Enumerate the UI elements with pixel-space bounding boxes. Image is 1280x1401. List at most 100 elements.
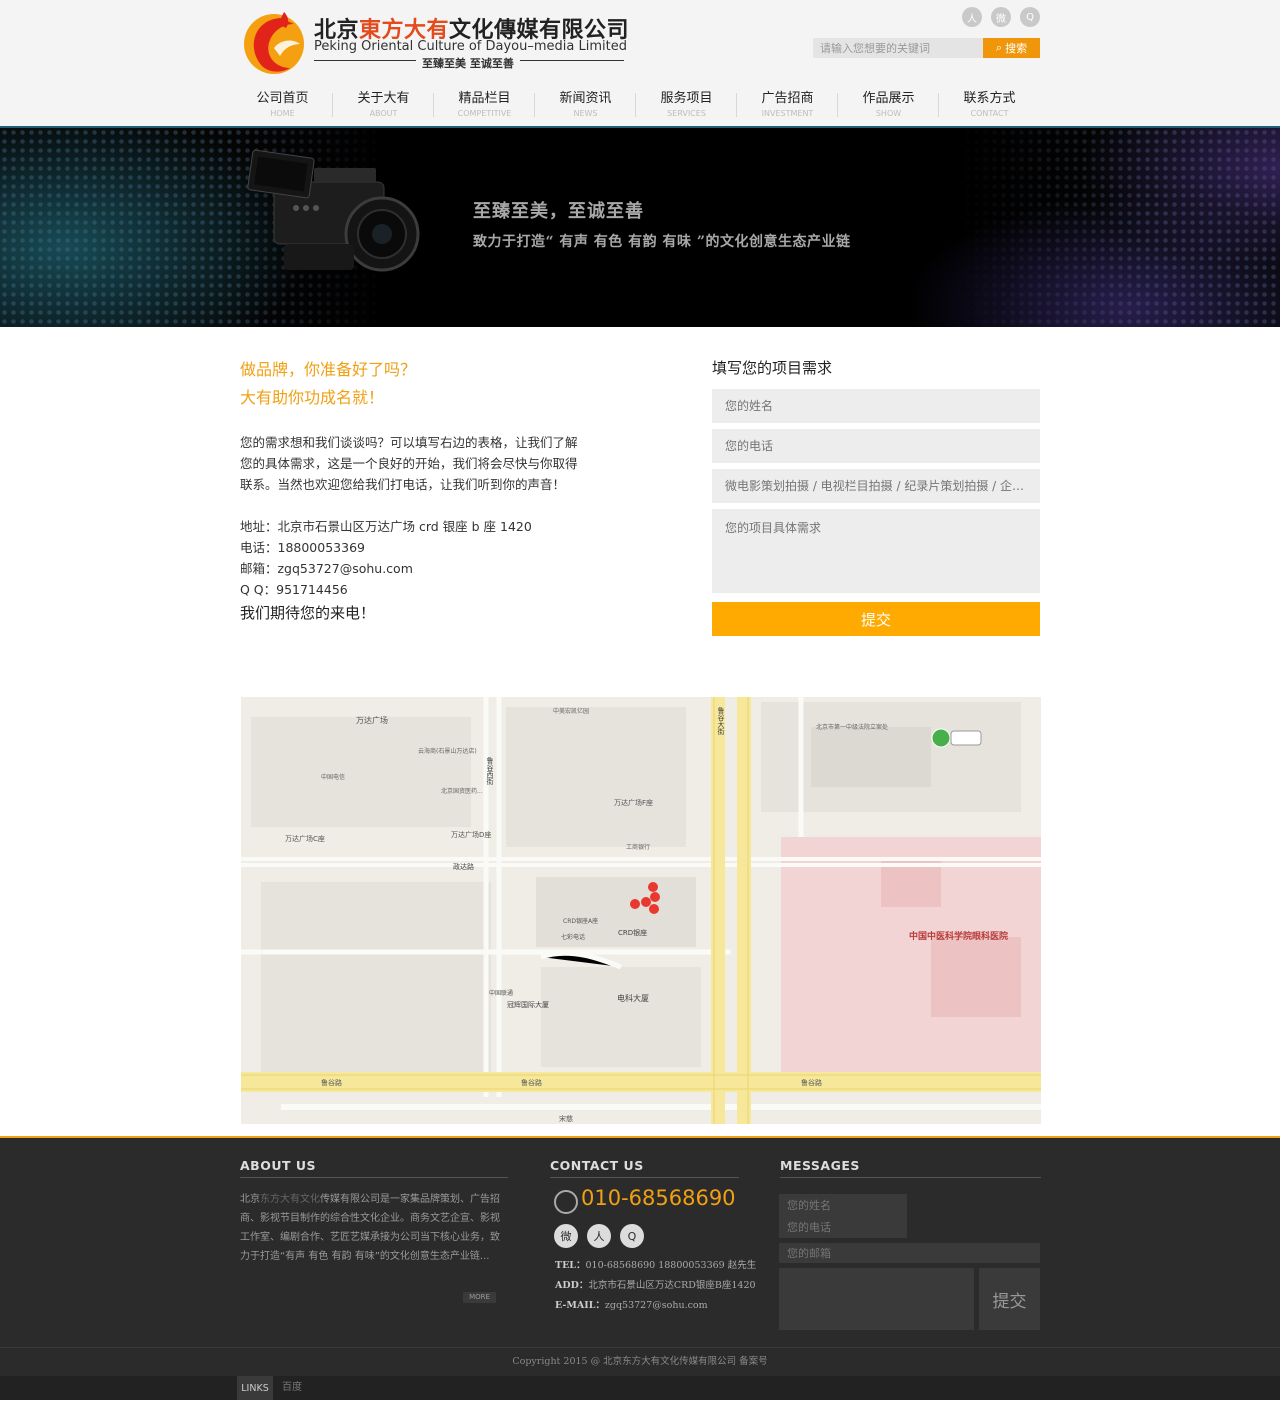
link-baidu[interactable]: 百度 — [282, 1376, 302, 1400]
search-icon: ⌕ — [995, 41, 1003, 54]
nav-label-en: NEWS — [573, 109, 598, 118]
map-label: 七彩电话 — [561, 933, 585, 941]
company-name-en: Peking Oriental Culture of Dayou–media L… — [314, 39, 627, 54]
site-footer: ABOUT US 北京东方大有文化传媒有限公司是一家集品牌策划、广告招商、影视节… — [0, 1136, 1280, 1347]
map-label: 工商银行 — [626, 843, 650, 851]
nav-item-services[interactable]: 服务项目 SERVICES — [636, 89, 737, 121]
company-logo[interactable]: 北京東方大有文化傳媒有限公司 Peking Oriental Culture o… — [240, 8, 630, 76]
nav-item-competitive[interactable]: 精品栏目 COMPETITIVE — [434, 89, 535, 121]
search-button-label: 搜索 — [1005, 42, 1028, 55]
map-label: 鲁谷路 — [801, 1078, 822, 1087]
footer-social-links: 微 人 Q — [554, 1224, 644, 1248]
intro-heading-2: 大有助你功成名就！ — [240, 388, 385, 407]
footer-tel: TEL：010-68568690 18800053369 赵先生 — [555, 1260, 757, 1271]
map-label: 云海商(石景山万达店) — [418, 747, 477, 755]
contact-phone: 电话：18800053369 — [240, 540, 365, 555]
nav-item-news[interactable]: 新闻资讯 NEWS — [535, 89, 636, 121]
footer-contact-lines: TEL：010-68568690 18800053369 赵先生 ADD：北京市… — [555, 1256, 756, 1316]
nav-label-en: ABOUT — [369, 109, 398, 118]
service-field[interactable] — [712, 469, 1040, 503]
weibo-icon[interactable]: 微 — [554, 1224, 578, 1248]
map-label: 万达广场C座 — [285, 834, 325, 843]
submit-button[interactable]: 提交 — [712, 602, 1040, 636]
name-field[interactable] — [712, 389, 1040, 423]
message-text-field[interactable] — [779, 1268, 974, 1330]
phone-icon — [554, 1190, 578, 1214]
contact-qq: Q Q：951714456 — [240, 582, 348, 597]
logo-mark-icon — [244, 12, 304, 74]
renren-icon[interactable]: 人 — [587, 1224, 611, 1248]
footer-messages-title: MESSAGES — [780, 1158, 1041, 1178]
video-camera-icon — [247, 149, 420, 272]
hero-banner — [0, 128, 1280, 327]
map-label: 政达路 — [453, 862, 474, 871]
main-nav: 公司首页 HOME 关于大有 ABOUT 精品栏目 COMPETITIVE 新闻资讯 N… — [232, 89, 1040, 121]
logo-slogan: 至臻至美 至诚至善 — [416, 55, 520, 71]
weibo-icon[interactable]: 微 — [991, 7, 1011, 27]
nav-label-en: COMPETITIVE — [457, 109, 512, 118]
nav-item-about[interactable]: 关于大有 ABOUT — [333, 89, 434, 121]
nav-label-en: INVESTMENT — [761, 109, 814, 118]
phone-field[interactable] — [712, 429, 1040, 463]
copyright: Copyright 2015 @ 北京东方大有文化传媒有限公司 备案号 — [0, 1347, 1280, 1376]
map-label: 万达广场D座 — [451, 830, 491, 839]
nav-label: 新闻资讯 — [559, 91, 612, 106]
nav-item-investment[interactable]: 广告招商 INVESTMENT — [737, 89, 838, 121]
closing-line: 我们期待您的来电！ — [240, 604, 376, 622]
nav-item-show[interactable]: 作品展示 SHOW — [838, 89, 939, 121]
nav-label-en: CONTACT — [970, 109, 1009, 118]
contact-email[interactable]: 邮箱：zgq53727@sohu.com — [240, 558, 532, 579]
footer-address: ADD：北京市石景山区万达CRD银座B座1420 — [555, 1280, 756, 1291]
nav-label: 联系方式 — [963, 91, 1016, 106]
banner-subline: 致力于打造“ 有声 有色 有韵 有味 ”的文化创意生态产业链 — [473, 234, 851, 250]
map-label: 宋慈 — [559, 1114, 573, 1123]
search-bar: ⌕搜索 — [813, 38, 1040, 58]
banner-glow — [0, 128, 1280, 327]
map-label: 万达广场F座 — [614, 798, 653, 807]
message-phone-field[interactable] — [779, 1216, 907, 1238]
map-label: 冠辉国际大厦 — [507, 1000, 549, 1009]
search-button[interactable]: ⌕ 搜索 — [983, 38, 1040, 58]
nav-label-en: HOME — [270, 109, 295, 118]
intro-heading-1: 做品牌，你准备好了吗？ — [240, 360, 417, 379]
map-label: 中国电信 — [321, 773, 345, 781]
nav-label: 服务项目 — [660, 91, 713, 106]
map-label: 电科大厦 — [617, 993, 649, 1003]
nav-label: 关于大有 — [357, 91, 410, 106]
renren-icon[interactable]: 人 — [962, 7, 982, 27]
search-input[interactable] — [813, 38, 983, 58]
nav-label: 广告招商 — [761, 91, 814, 106]
intro-paragraph: 您的需求想和我们谈谈吗？可以填写右边的表格，让我们了解您的具体需求，这是一个良好… — [240, 435, 578, 492]
message-submit-button[interactable]: 提交 — [979, 1268, 1040, 1330]
project-detail-field[interactable] — [712, 509, 1040, 593]
footer-contact-title: CONTACT US — [550, 1158, 739, 1178]
friend-links-bar: LINKS 百度 — [0, 1376, 1280, 1400]
footer-email: E-MAIL：zgq53727@sohu.com — [555, 1300, 708, 1311]
nav-label-en: SERVICES — [667, 109, 706, 118]
map-label: 鲁谷西街 — [486, 756, 494, 786]
contact-info: 地址：北京市石景山区万达广场 crd 银座 b 座 1420 电话：188000… — [240, 516, 532, 600]
map-label: 中国联通 — [489, 989, 513, 997]
map-zoom-badge[interactable] — [931, 728, 951, 748]
links-label: LINKS — [237, 1376, 273, 1400]
message-name-field[interactable] — [779, 1194, 907, 1216]
location-map[interactable]: 万达广场 云海商(石景山万达店) 北京市第一中级法院立案处 中美宏凯亿园 工商银… — [241, 697, 1041, 1124]
map-label: 北京市第一中级法院立案处 — [816, 723, 888, 731]
map-label: 万达广场 — [356, 715, 388, 725]
map-label: 鲁谷路 — [521, 1078, 542, 1087]
nav-label-en: SHOW — [875, 109, 902, 118]
header-social-links: 人 微 Q — [962, 7, 1040, 27]
map-label: CRD银座 — [618, 928, 647, 937]
qq-icon[interactable]: Q — [620, 1224, 644, 1248]
map-control[interactable] — [950, 730, 982, 746]
nav-item-contact[interactable]: 联系方式 CONTACT — [939, 89, 1040, 121]
more-link[interactable]: MORE — [463, 1292, 496, 1303]
qq-icon[interactable]: Q — [1020, 7, 1040, 27]
site-header: 北京東方大有文化傳媒有限公司 Peking Oriental Culture o… — [0, 0, 1280, 128]
form-title: 填写您的项目需求 — [712, 359, 833, 377]
nav-item-home[interactable]: 公司首页 HOME — [232, 89, 333, 121]
map-label: 鲁谷大街 — [717, 706, 725, 736]
map-label: 中国中医科学院眼科医院 — [909, 930, 1008, 942]
message-email-field[interactable] — [779, 1243, 1040, 1263]
map-label: 中美宏凯亿园 — [553, 707, 589, 715]
